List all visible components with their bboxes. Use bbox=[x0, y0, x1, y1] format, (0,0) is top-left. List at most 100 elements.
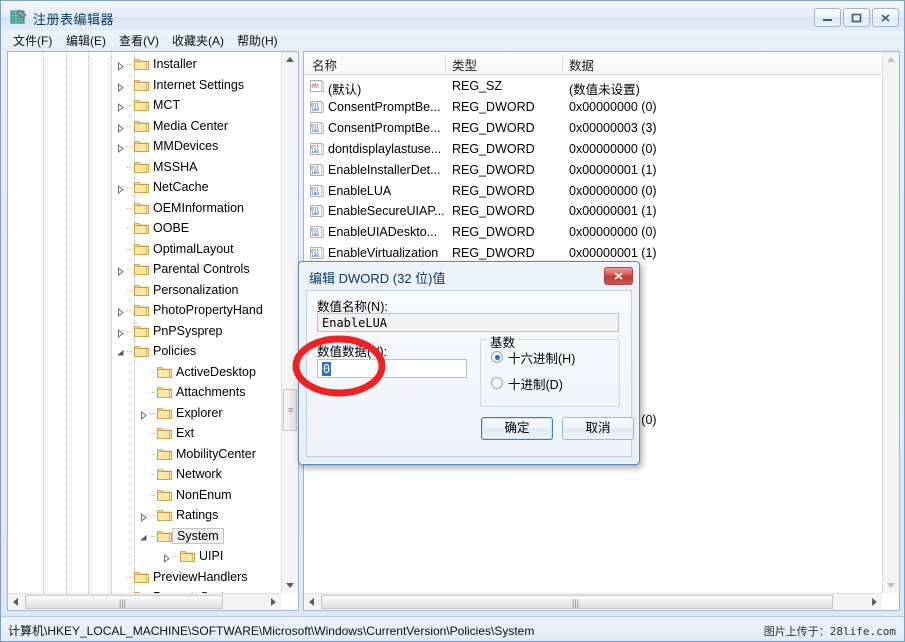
menu-view[interactable]: 查看(V) bbox=[115, 33, 163, 49]
column-divider[interactable] bbox=[445, 55, 446, 71]
tree-item-label: Ext bbox=[176, 426, 194, 440]
tree-item-oeminformation[interactable]: OEMInformation bbox=[8, 198, 298, 219]
tree-item-mobilitycenter[interactable]: MobilityCenter bbox=[8, 444, 298, 465]
tree-horizontal-scrollbar[interactable]: ||| bbox=[8, 593, 281, 610]
tree-item-system[interactable]: System bbox=[8, 526, 298, 547]
value-row[interactable]: 011100EnableInstallerDet...REG_DWORD0x00… bbox=[304, 160, 899, 181]
tree-scroll-up-button[interactable] bbox=[282, 52, 298, 68]
tree-connector bbox=[150, 413, 156, 414]
radio-hexadecimal-label[interactable]: 十六进制(H) bbox=[508, 348, 575, 367]
tree-expander-icon[interactable] bbox=[116, 265, 125, 274]
tree-item-mmdevices[interactable]: MMDevices bbox=[8, 136, 298, 157]
ok-button[interactable]: 确定 bbox=[481, 417, 553, 440]
tree-item-label: System bbox=[172, 528, 224, 544]
close-button[interactable] bbox=[872, 8, 899, 27]
radio-hexadecimal[interactable] bbox=[491, 351, 503, 363]
tree-item-uipi[interactable]: UIPI bbox=[8, 546, 298, 567]
tree-item-photopropertyhand[interactable]: PhotoPropertyHand bbox=[8, 300, 298, 321]
tree-item-media-center[interactable]: Media Center bbox=[8, 116, 298, 137]
tree-item-network[interactable]: Network bbox=[8, 464, 298, 485]
tree-item-ratings[interactable]: Ratings bbox=[8, 505, 298, 526]
value-name: EnableSecureUIAP... bbox=[328, 204, 445, 218]
tree-item-attachments[interactable]: Attachments bbox=[8, 382, 298, 403]
string-value-icon: ab bbox=[310, 79, 324, 93]
tree-expander-icon[interactable] bbox=[116, 306, 125, 315]
tree-item-optimallayout[interactable]: OptimalLayout bbox=[8, 239, 298, 260]
menu-edit[interactable]: 编辑(E) bbox=[62, 33, 110, 49]
tree-item-explorer[interactable]: Explorer bbox=[8, 403, 298, 424]
values-scroll-down-button[interactable] bbox=[883, 577, 899, 593]
tree-item-activedesktop[interactable]: ActiveDesktop bbox=[8, 362, 298, 383]
column-header-name[interactable]: 名称 bbox=[312, 55, 337, 74]
tree-scroll-down-button[interactable] bbox=[282, 577, 298, 593]
tree-scroll-left-button[interactable] bbox=[8, 594, 24, 610]
folder-icon bbox=[157, 508, 172, 522]
value-row[interactable]: 011100ConsentPromptBe...REG_DWORD0x00000… bbox=[304, 118, 899, 139]
value-row[interactable]: 011100EnableUIADeskto...REG_DWORD0x00000… bbox=[304, 222, 899, 243]
value-row[interactable]: 011100EnableLUAREG_DWORD0x00000000 (0) bbox=[304, 181, 899, 202]
tree-expander-icon[interactable] bbox=[116, 327, 125, 336]
tree-expander-icon[interactable] bbox=[139, 511, 148, 520]
tree-item-netcache[interactable]: NetCache bbox=[8, 177, 298, 198]
values-horizontal-scrollbar[interactable]: ||| bbox=[304, 593, 882, 610]
svg-text:100: 100 bbox=[311, 211, 319, 217]
tree-expander-icon[interactable] bbox=[116, 347, 125, 356]
tree-expander-icon[interactable] bbox=[139, 409, 148, 418]
values-vertical-scrollbar[interactable] bbox=[882, 52, 899, 593]
dialog-close-button[interactable] bbox=[604, 267, 633, 285]
cancel-button[interactable]: 取消 bbox=[562, 417, 634, 440]
menu-help[interactable]: 帮助(H) bbox=[233, 33, 282, 49]
values-scroll-left-button[interactable] bbox=[304, 594, 320, 610]
tree-expander-icon[interactable] bbox=[116, 101, 125, 110]
radio-decimal-label[interactable]: 十进制(D) bbox=[508, 374, 563, 393]
tree-item-oobe[interactable]: OOBE bbox=[8, 218, 298, 239]
column-divider[interactable] bbox=[562, 55, 563, 71]
tree-scroll-thumb[interactable]: ≡ bbox=[283, 389, 297, 431]
value-row[interactable]: 011100EnableSecureUIAP...REG_DWORD0x0000… bbox=[304, 201, 899, 222]
tree-expander-icon[interactable] bbox=[162, 552, 171, 561]
tree-item-mct[interactable]: MCT bbox=[8, 95, 298, 116]
tree-hscroll-thumb[interactable]: ||| bbox=[25, 595, 223, 609]
tree-item-ext[interactable]: Ext bbox=[8, 423, 298, 444]
tree-expander-icon[interactable] bbox=[116, 122, 125, 131]
values-hscroll-thumb[interactable]: ||| bbox=[321, 595, 833, 609]
value-data: 0x00000000 (0) bbox=[569, 142, 657, 156]
tree-scroll-right-button[interactable] bbox=[265, 594, 281, 610]
value-type: REG_DWORD bbox=[452, 121, 535, 135]
value-name: EnableUIADeskto... bbox=[328, 225, 437, 239]
radio-decimal[interactable] bbox=[491, 377, 503, 389]
tree-item-pnpsysprep[interactable]: PnPSysprep bbox=[8, 321, 298, 342]
tree-expander-icon[interactable] bbox=[139, 532, 148, 541]
registry-editor-window: 注册表编辑器 文件(F) 编辑(E) 查看(V) 收藏夹(A) 帮助(H) In… bbox=[0, 0, 905, 642]
tree-connector bbox=[150, 433, 156, 434]
tree-expander-icon[interactable] bbox=[116, 81, 125, 90]
tree-item-policies[interactable]: Policies bbox=[8, 341, 298, 362]
tree-connector bbox=[127, 290, 133, 291]
tree-item-mssha[interactable]: MSSHA bbox=[8, 157, 298, 178]
tree-item-internet-settings[interactable]: Internet Settings bbox=[8, 75, 298, 96]
tree-item-nonenum[interactable]: NonEnum bbox=[8, 485, 298, 506]
svg-text:100: 100 bbox=[311, 191, 319, 197]
tree-expander-icon[interactable] bbox=[116, 183, 125, 192]
tree-expander-icon[interactable] bbox=[116, 60, 125, 69]
value-row[interactable]: 011100ConsentPromptBe...REG_DWORD0x00000… bbox=[304, 97, 899, 118]
maximize-button[interactable] bbox=[843, 8, 870, 27]
value-row[interactable]: 011100dontdisplaylastuse...REG_DWORD0x00… bbox=[304, 139, 899, 160]
values-scroll-up-button[interactable] bbox=[883, 52, 899, 68]
tree-vertical-scrollbar[interactable]: ≡ bbox=[281, 52, 298, 593]
tree-item-previewhandlers[interactable]: PreviewHandlers bbox=[8, 567, 298, 588]
folder-icon bbox=[134, 344, 149, 358]
column-header-data[interactable]: 数据 bbox=[569, 55, 594, 74]
menu-file[interactable]: 文件(F) bbox=[9, 33, 56, 49]
menu-favorites[interactable]: 收藏夹(A) bbox=[168, 33, 228, 49]
column-header-type[interactable]: 类型 bbox=[452, 55, 477, 74]
tree-item-parental-controls[interactable]: Parental Controls bbox=[8, 259, 298, 280]
tree-item-installer[interactable]: Installer bbox=[8, 54, 298, 75]
tree-item-personalization[interactable]: Personalization bbox=[8, 280, 298, 301]
minimize-button[interactable] bbox=[814, 8, 841, 27]
tree-connector bbox=[127, 85, 133, 86]
values-scroll-right-button[interactable] bbox=[866, 594, 882, 610]
tree-expander-icon[interactable] bbox=[116, 142, 125, 151]
value-row[interactable]: ab(默认)REG_SZ(数值未设置) bbox=[304, 76, 899, 97]
value-data-input[interactable]: 0 bbox=[317, 359, 467, 378]
